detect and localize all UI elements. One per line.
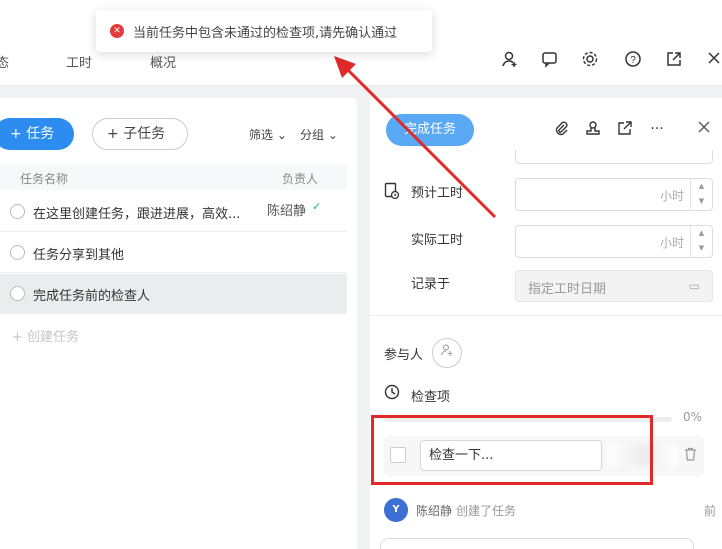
actual-hours-label: 实际工时 bbox=[411, 233, 464, 248]
close-icon[interactable] bbox=[695, 120, 713, 138]
stamp-icon[interactable] bbox=[584, 120, 602, 138]
task-complete-radio[interactable] bbox=[10, 245, 25, 260]
checklist-icon bbox=[384, 384, 400, 404]
task-complete-radio[interactable] bbox=[10, 204, 25, 219]
close-icon[interactable] bbox=[704, 50, 722, 70]
annotation-highlight-box bbox=[371, 415, 653, 485]
avatar: Y bbox=[384, 498, 408, 522]
help-icon[interactable]: ? bbox=[623, 50, 643, 70]
gear-icon[interactable] bbox=[580, 50, 600, 70]
external-link-icon[interactable] bbox=[664, 50, 684, 70]
clock-file-icon bbox=[384, 182, 400, 204]
estimated-hours-label: 预计工时 bbox=[411, 186, 464, 201]
group-dropdown[interactable]: 分组 ⌄ bbox=[300, 126, 338, 143]
previous-field-input[interactable] bbox=[515, 150, 713, 164]
chevron-down-icon: ⌄ bbox=[327, 128, 338, 142]
task-name: 任务分享到其他 bbox=[33, 248, 125, 263]
table-header: 任务名称 负责人 bbox=[0, 164, 347, 190]
verified-icon: ✓ bbox=[312, 200, 322, 213]
hours-stepper[interactable]: ▲ ▼ bbox=[690, 226, 712, 257]
work-date-picker[interactable]: 指定工时日期 ▭ bbox=[515, 270, 713, 302]
chevron-down-icon[interactable]: ▼ bbox=[691, 194, 712, 209]
activity-user: 陈绍静 bbox=[416, 504, 453, 518]
more-icon[interactable]: ··· bbox=[648, 120, 666, 138]
chat-icon[interactable] bbox=[540, 50, 560, 70]
user-add-icon[interactable] bbox=[500, 50, 520, 70]
record-date-label: 记录于 bbox=[411, 277, 451, 292]
section-divider bbox=[370, 315, 722, 316]
task-list-panel: + 任务 + 子任务 筛选 ⌄ 分组 ⌄ 任务名称 负责人 在这里创建任务，跟进… bbox=[0, 98, 357, 549]
error-icon: ✕ bbox=[110, 24, 124, 38]
estimated-hours-unit: 小时 bbox=[659, 189, 684, 203]
tab-work-hours[interactable]: 工时 bbox=[66, 52, 92, 71]
hours-stepper[interactable]: ▲ ▼ bbox=[690, 179, 712, 210]
filter-label: 筛选 bbox=[249, 128, 274, 142]
group-label: 分组 bbox=[300, 128, 325, 142]
calendar-icon: ▭ bbox=[688, 279, 700, 293]
participants-label: 参与人 bbox=[384, 348, 424, 363]
filter-dropdown[interactable]: 筛选 ⌄ bbox=[249, 126, 287, 143]
add-task-button[interactable]: + 任务 bbox=[0, 118, 74, 150]
table-row[interactable]: 任务分享到其他 bbox=[0, 233, 347, 273]
chevron-down-icon[interactable]: ▼ bbox=[691, 241, 712, 256]
trash-icon[interactable] bbox=[684, 447, 697, 465]
column-task-name: 任务名称 bbox=[20, 172, 69, 186]
actual-hours-unit: 小时 bbox=[659, 236, 684, 250]
task-complete-radio[interactable] bbox=[10, 286, 25, 301]
complete-task-button[interactable]: 完成任务 bbox=[386, 114, 474, 146]
svg-text:?: ? bbox=[630, 55, 636, 66]
chevron-up-icon[interactable]: ▲ bbox=[691, 226, 712, 241]
comment-input[interactable] bbox=[380, 538, 694, 549]
tab-overview[interactable]: 概况 bbox=[150, 52, 176, 71]
activity-time: 前 bbox=[704, 504, 717, 518]
table-row[interactable]: 完成任务前的检查人 bbox=[0, 274, 347, 314]
actual-hours-input[interactable]: 小时 ▲ ▼ bbox=[515, 225, 713, 258]
estimated-hours-input[interactable]: 小时 ▲ ▼ bbox=[515, 178, 713, 211]
chevron-down-icon: ⌄ bbox=[276, 128, 287, 142]
task-name: 完成任务前的检查人 bbox=[33, 289, 151, 304]
create-task-link[interactable]: + 创建任务 bbox=[12, 326, 79, 345]
date-placeholder: 指定工时日期 bbox=[528, 282, 607, 297]
task-name: 在这里创建任务，跟进进展，高效... bbox=[33, 207, 241, 222]
error-toast: ✕ 当前任务中包含未通过的检查项,请先确认通过 bbox=[96, 10, 432, 52]
activity-text: 创建了任务 bbox=[456, 504, 517, 518]
add-subtask-button[interactable]: + 子任务 bbox=[92, 118, 188, 150]
task-owner: 陈绍静 bbox=[267, 204, 307, 219]
add-participant-button[interactable] bbox=[432, 338, 462, 368]
table-row[interactable]: 在这里创建任务，跟进进展，高效... 陈绍静 ✓ bbox=[0, 192, 347, 232]
attachment-icon[interactable] bbox=[552, 120, 570, 138]
toast-message: 当前任务中包含未通过的检查项,请先确认通过 bbox=[133, 25, 398, 41]
column-owner: 负责人 bbox=[282, 172, 319, 186]
share-icon[interactable] bbox=[616, 120, 634, 138]
chevron-up-icon[interactable]: ▲ bbox=[691, 179, 712, 194]
checklist-label: 检查项 bbox=[411, 390, 451, 405]
tab-status[interactable]: 态 bbox=[0, 52, 9, 71]
checklist-progress-text: 0% bbox=[683, 410, 703, 424]
